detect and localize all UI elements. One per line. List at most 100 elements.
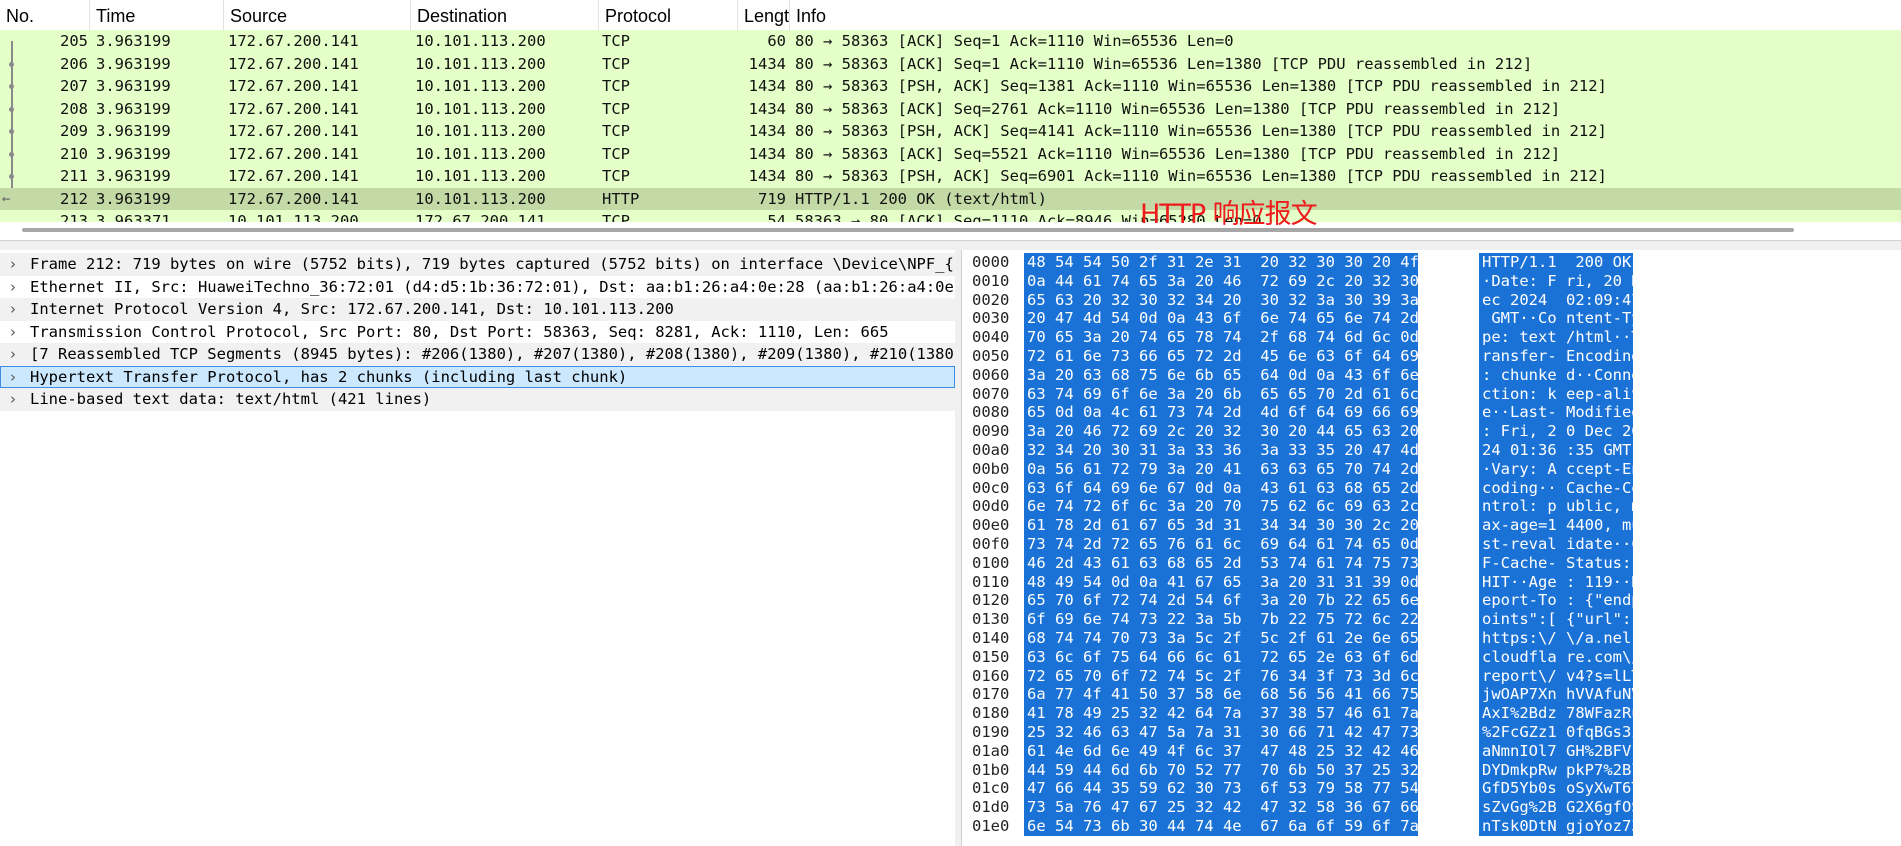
ascii-bytes[interactable]: HTTP/1.1 200 OK· (1479, 253, 1641, 272)
hex-bytes[interactable]: 25 32 46 63 47 5a 7a 31 30 66 71 42 47 7… (1024, 722, 1475, 742)
vertical-pane-splitter[interactable] (955, 250, 962, 846)
column-header-no[interactable]: No. (0, 0, 90, 30)
hex-bytes[interactable]: 65 0d 0a 4c 61 73 74 2d 4d 6f 64 69 66 6… (1024, 403, 1475, 423)
ascii-bytes[interactable]: GfD5Yb0s oSyXwT6T (1479, 779, 1641, 799)
hex-bytes[interactable]: 0a 56 61 72 79 3a 20 41 63 63 65 70 74 2… (1024, 459, 1475, 479)
tree-item[interactable]: › Internet Protocol Version 4, Src: 172.6… (0, 298, 955, 321)
packet-destination: 10.101.113.200 (415, 54, 546, 73)
chevron-right-icon[interactable]: › (10, 343, 16, 366)
hex-bytes[interactable]: 6a 77 4f 41 50 37 58 6e 68 56 56 41 66 7… (1024, 685, 1475, 705)
hex-bytes[interactable]: 68 74 74 70 73 3a 5c 2f 5c 2f 61 2e 6e 6… (1024, 628, 1475, 648)
hex-bytes[interactable]: 6e 54 73 6b 30 44 74 4e 67 6a 6f 59 6f 7… (1024, 816, 1475, 836)
chevron-right-icon[interactable]: › (10, 253, 16, 276)
hex-bytes[interactable]: 3a 20 63 68 75 6e 6b 65 64 0d 0a 43 6f 6… (1024, 365, 1475, 385)
packet-row[interactable]: 211 3.963199 172.67.200.141 10.101.113.200 T… (0, 165, 1901, 188)
hex-bytes[interactable]: 0a 44 61 74 65 3a 20 46 72 69 2c 20 32 3… (1024, 271, 1475, 291)
chevron-right-icon[interactable]: › (10, 388, 16, 411)
ascii-bytes[interactable]: ·Date: F ri, 20 D (1479, 271, 1641, 291)
column-header-source[interactable]: Source (224, 0, 411, 30)
column-header-destination[interactable]: Destination (411, 0, 599, 30)
column-header-info[interactable]: Info (790, 0, 1901, 30)
byte-offset: 0010 (972, 271, 1010, 290)
ascii-bytes[interactable]: report\/ v4?s=lLT (1479, 666, 1641, 686)
ascii-bytes[interactable]: nTsk0DtN gjoYoz73 (1479, 816, 1641, 836)
hex-bytes[interactable]: 46 2d 43 61 63 68 65 2d 53 74 61 74 75 7… (1024, 553, 1475, 573)
ascii-bytes[interactable]: pe: text /html··T (1479, 328, 1641, 347)
hex-bytes[interactable]: 20 47 4d 54 0d 0a 43 6f 6e 74 65 6e 74 2… (1024, 309, 1475, 329)
ascii-bytes[interactable]: ax-age=1 4400, mu (1479, 516, 1641, 535)
hex-bytes[interactable]: 44 59 44 6d 6b 70 52 77 70 6b 50 37 25 3… (1024, 760, 1475, 780)
chevron-right-icon[interactable]: › (10, 276, 16, 299)
hex-bytes[interactable]: 61 4e 6d 6e 49 4f 6c 37 47 48 25 32 42 4… (1024, 741, 1475, 761)
tree-item[interactable]: › [7 Reassembled TCP Segments (8945 bytes… (0, 343, 955, 366)
column-header-length[interactable]: Lengt (738, 0, 790, 30)
ascii-bytes[interactable]: jwOAP7Xn hVVAfuNV (1479, 685, 1641, 705)
packet-row[interactable]: 207 3.963199 172.67.200.141 10.101.113.200 T… (0, 75, 1901, 98)
hex-bytes[interactable]: 63 6f 64 69 6e 67 0d 0a 43 61 63 68 65 2… (1024, 478, 1475, 498)
hex-bytes[interactable]: 63 74 69 6f 6e 3a 20 6b 65 65 70 2d 61 6… (1024, 384, 1475, 404)
ascii-bytes[interactable]: https:\/ \/a.nel. (1479, 628, 1641, 648)
hex-bytes[interactable]: 73 5a 76 47 67 25 32 42 47 32 58 36 67 6… (1024, 798, 1475, 817)
column-header-time[interactable]: Time (90, 0, 224, 30)
ascii-bytes[interactable]: AxI%2Bdz 78WFazRu (1479, 704, 1641, 723)
hex-bytes[interactable]: 32 34 20 30 31 3a 33 36 3a 33 35 20 47 4… (1024, 440, 1475, 460)
ascii-bytes[interactable]: GMT··Co ntent-Ty (1479, 309, 1641, 329)
ascii-bytes[interactable]: e··Last- Modified (1479, 403, 1641, 423)
ascii-bytes[interactable]: ntrol: p ublic, m (1479, 497, 1641, 517)
ascii-bytes[interactable]: DYDmkpRw pkP7%2Bl (1479, 760, 1641, 780)
tree-item[interactable]: › Line-based text data: text/html (421 li… (0, 388, 955, 411)
packet-row[interactable]: ← 212 3.963199 172.67.200.141 10.101.113.200… (0, 187, 1901, 210)
tree-item[interactable]: › Frame 212: 719 bytes on wire (5752 bits… (0, 253, 955, 276)
packet-row[interactable]: 205 3.963199 172.67.200.141 10.101.113.200 T… (0, 30, 1901, 53)
column-header-protocol[interactable]: Protocol (599, 0, 738, 30)
byte-row: 00c0 63 6f 64 69 6e 67 0d 0a 43 61 63 68 … (962, 478, 1901, 498)
hex-bytes[interactable]: 6f 69 6e 74 73 22 3a 5b 7b 22 75 72 6c 2… (1024, 610, 1475, 629)
ascii-bytes[interactable]: 24 01:36 :35 GMT· (1479, 440, 1641, 460)
ascii-bytes[interactable]: ec 2024 02:09:47 (1479, 290, 1641, 310)
ascii-bytes[interactable]: HIT··Age : 119··R (1479, 572, 1641, 592)
ascii-bytes[interactable]: ction: k eep-aliv (1479, 384, 1641, 404)
tree-item[interactable]: › Ethernet II, Src: HuaweiTechno_36:72:01… (0, 276, 955, 299)
ascii-bytes[interactable]: %2FcGZz1 0fqBGs3z (1479, 722, 1641, 742)
hex-bytes[interactable]: 70 65 3a 20 74 65 78 74 2f 68 74 6d 6c 0… (1024, 328, 1475, 347)
chevron-right-icon[interactable]: › (10, 366, 16, 389)
ascii-bytes[interactable]: : Fri, 2 0 Dec 20 (1479, 422, 1641, 441)
byte-offset: 0050 (972, 346, 1010, 365)
packet-row[interactable]: 210 3.963199 172.67.200.141 10.101.113.200 T… (0, 142, 1901, 165)
ascii-bytes[interactable]: coding·· Cache-Co (1479, 478, 1641, 498)
tree-item[interactable]: › Hypertext Transfer Protocol, has 2 chun… (0, 365, 955, 389)
hex-bytes[interactable]: 3a 20 46 72 69 2c 20 32 30 20 44 65 63 2… (1024, 422, 1475, 441)
hex-bytes[interactable]: 73 74 2d 72 65 76 61 6c 69 64 61 74 65 0… (1024, 534, 1475, 554)
ascii-bytes[interactable]: st-reval idate··C (1479, 534, 1641, 554)
ascii-bytes[interactable]: sZvGg%2B G2X6gfOS (1479, 798, 1641, 817)
byte-row: 0180 41 78 49 25 32 42 64 7a 37 38 57 46 … (962, 704, 1901, 723)
hex-bytes[interactable]: 63 6c 6f 75 64 66 6c 61 72 65 2e 63 6f 6… (1024, 647, 1475, 667)
hex-bytes[interactable]: 65 70 6f 72 74 2d 54 6f 3a 20 7b 22 65 6… (1024, 591, 1475, 611)
chevron-right-icon[interactable]: › (10, 298, 16, 321)
hex-bytes[interactable]: 61 78 2d 61 67 65 3d 31 34 34 30 30 2c 2… (1024, 516, 1475, 535)
hex-bytes[interactable]: 48 49 54 0d 0a 41 67 65 3a 20 31 31 39 0… (1024, 572, 1475, 592)
hex-bytes[interactable]: 48 54 54 50 2f 31 2e 31 20 32 30 30 20 4… (1024, 253, 1475, 272)
ascii-bytes[interactable]: : chunke d··Conne (1479, 365, 1641, 385)
hex-bytes[interactable]: 41 78 49 25 32 42 64 7a 37 38 57 46 61 7… (1024, 704, 1475, 723)
hex-bytes[interactable]: 72 65 70 6f 72 74 5c 2f 76 34 3f 73 3d 6… (1024, 666, 1475, 686)
ascii-bytes[interactable]: oints":[ {"url":" (1479, 610, 1641, 629)
packet-list-horizontal-scrollbar[interactable] (22, 228, 1794, 232)
related-dot (9, 61, 14, 67)
chevron-right-icon[interactable]: › (10, 321, 16, 344)
hex-bytes[interactable]: 6e 74 72 6f 6c 3a 20 70 75 62 6c 69 63 2… (1024, 497, 1475, 517)
packet-row[interactable]: 213 3.963371 10.101.113.200 172.67.200.141 T… (0, 210, 1901, 222)
hex-bytes[interactable]: 65 63 20 32 30 32 34 20 30 32 3a 30 39 3… (1024, 290, 1475, 310)
hex-bytes[interactable]: 47 66 44 35 59 62 30 73 6f 53 79 58 77 5… (1024, 779, 1475, 799)
packet-row[interactable]: 209 3.963199 172.67.200.141 10.101.113.200 T… (0, 120, 1901, 143)
ascii-bytes[interactable]: F-Cache- Status: (1479, 553, 1633, 573)
ascii-bytes[interactable]: aNmnIOl7 GH%2BFV1 (1479, 741, 1641, 761)
ascii-bytes[interactable]: cloudfla re.com\/ (1479, 647, 1641, 667)
packet-row[interactable]: 206 3.963199 172.67.200.141 10.101.113.200 T… (0, 52, 1901, 75)
tree-item[interactable]: › Transmission Control Protocol, Src Port… (0, 321, 955, 344)
ascii-bytes[interactable]: eport-To : {"endp (1479, 591, 1641, 611)
packet-row[interactable]: 208 3.963199 172.67.200.141 10.101.113.200 T… (0, 97, 1901, 120)
ascii-bytes[interactable]: ransfer- Encoding (1479, 346, 1641, 366)
hex-bytes[interactable]: 72 61 6e 73 66 65 72 2d 45 6e 63 6f 64 6… (1024, 346, 1475, 366)
ascii-bytes[interactable]: ·Vary: A ccept-En (1479, 459, 1641, 479)
